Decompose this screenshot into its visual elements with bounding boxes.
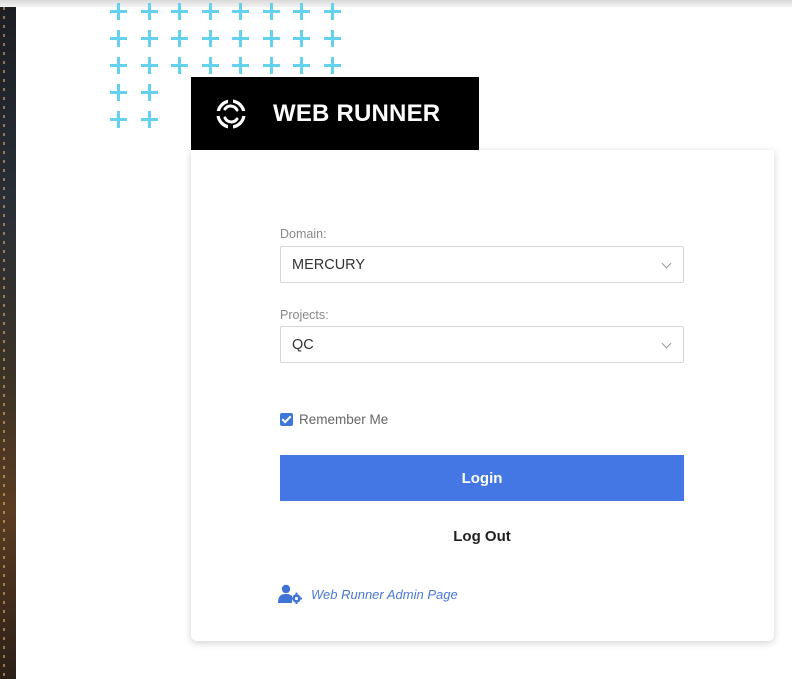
projects-value: QC xyxy=(292,336,314,353)
domain-select[interactable]: MERCURY xyxy=(280,246,684,283)
plus-decoration xyxy=(262,30,280,47)
plus-decoration xyxy=(140,111,158,128)
chevron-down-icon xyxy=(661,338,672,349)
admin-page-link-label[interactable]: Web Runner Admin Page xyxy=(311,587,458,602)
plus-decoration xyxy=(323,57,341,74)
plus-decoration xyxy=(110,84,127,101)
domain-value: MERCURY xyxy=(292,256,366,273)
plus-decoration xyxy=(110,3,127,20)
plus-decoration xyxy=(262,57,280,74)
projects-select[interactable]: QC xyxy=(280,326,684,363)
plus-decoration xyxy=(140,30,158,47)
brand-title: WEB RUNNER xyxy=(273,99,441,127)
background-city-photo xyxy=(0,7,16,679)
plus-decoration xyxy=(323,30,341,47)
plus-decoration xyxy=(293,30,310,47)
web-runner-logo-icon xyxy=(216,98,246,129)
plus-decoration xyxy=(232,57,249,74)
plus-decoration xyxy=(323,3,341,20)
plus-decoration xyxy=(140,3,158,20)
plus-decoration xyxy=(293,3,310,20)
plus-decoration xyxy=(293,57,310,74)
remember-me-checkbox[interactable] xyxy=(280,413,293,426)
plus-decoration xyxy=(171,3,188,20)
login-card: Domain: MERCURY Projects: QC Remember Me… xyxy=(191,150,774,641)
plus-decoration xyxy=(140,84,158,101)
admin-page-link[interactable]: Web Runner Admin Page xyxy=(278,584,458,604)
plus-decoration xyxy=(110,30,127,47)
plus-decoration xyxy=(171,30,188,47)
brand-banner: WEB RUNNER xyxy=(191,77,479,150)
login-button[interactable]: Login xyxy=(280,455,684,501)
plus-decoration xyxy=(232,3,249,20)
projects-label: Projects: xyxy=(280,308,329,322)
chevron-down-icon xyxy=(661,258,672,269)
plus-decoration xyxy=(171,57,188,74)
plus-decoration xyxy=(201,30,219,47)
logout-button[interactable]: Log Out xyxy=(280,522,684,550)
remember-me-row[interactable]: Remember Me xyxy=(280,412,388,427)
admin-user-gear-icon xyxy=(278,584,302,604)
plus-decoration xyxy=(232,30,249,47)
plus-decoration xyxy=(110,111,127,128)
plus-decoration xyxy=(262,3,280,20)
plus-decoration xyxy=(110,57,127,74)
plus-decoration xyxy=(201,57,219,74)
remember-me-label[interactable]: Remember Me xyxy=(299,412,388,427)
plus-decoration xyxy=(140,57,158,74)
plus-decoration xyxy=(201,3,219,20)
domain-label: Domain: xyxy=(280,227,327,241)
